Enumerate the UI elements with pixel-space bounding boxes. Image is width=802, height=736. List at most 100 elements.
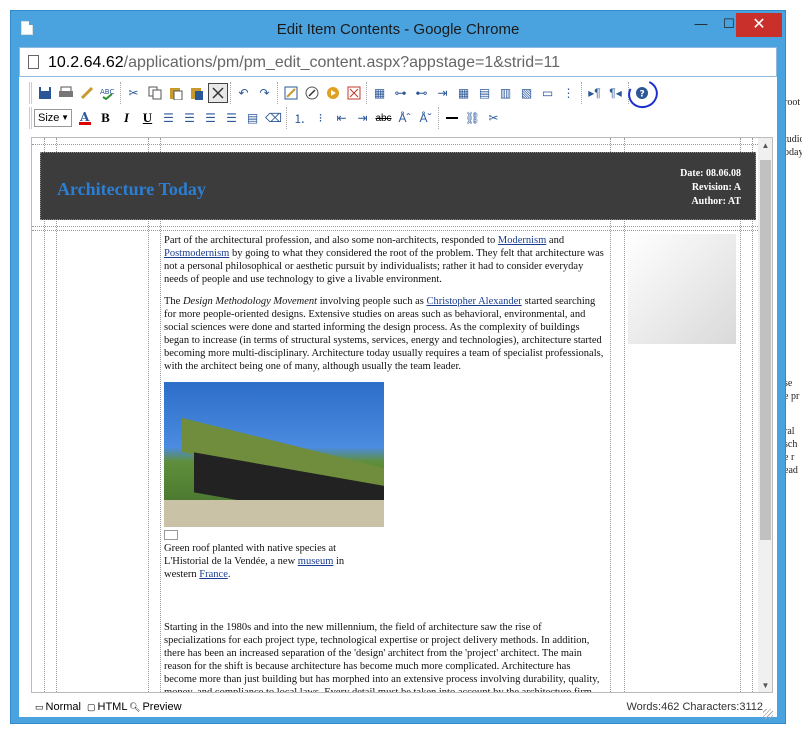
link-icon[interactable]: ⛓ <box>463 108 483 128</box>
toolbar-group-direction: ▸¶ ¶◂ <box>581 82 628 104</box>
align-right-icon[interactable]: ☰ <box>201 108 221 128</box>
hyperlink-icon[interactable] <box>302 83 322 103</box>
align-left-icon[interactable]: ☰ <box>159 108 179 128</box>
cut-icon[interactable]: ✂ <box>124 83 144 103</box>
format-brush-icon[interactable] <box>77 83 97 103</box>
undo-icon[interactable]: ↶ <box>234 83 254 103</box>
text: started searching for more people-orient… <box>164 296 604 372</box>
paste-icon[interactable] <box>166 83 186 103</box>
delete-column-icon[interactable]: ⋮ <box>559 83 579 103</box>
photo-ground <box>164 500 384 527</box>
address-bar[interactable]: 10.2.64.62/applications/pm/pm_edit_conte… <box>19 47 777 77</box>
underline-icon[interactable]: U <box>138 108 158 128</box>
postmodernism-link[interactable]: Postmodernism <box>164 248 229 259</box>
strikethrough-icon[interactable]: abc <box>374 108 394 128</box>
eraser-icon[interactable]: ⌫ <box>264 108 284 128</box>
url-text[interactable]: 10.2.64.62/applications/pm/pm_edit_conte… <box>48 54 560 72</box>
indent-icon[interactable]: ⇥ <box>353 108 373 128</box>
toolbar-group-insert <box>277 75 662 113</box>
paragraph-2: The Design Methodology Movement involvin… <box>164 295 604 373</box>
background-text: ead <box>784 465 798 476</box>
title-bar[interactable]: Edit Item Contents - Google Chrome — ☐ ✕ <box>11 11 785 47</box>
table-cells-icon[interactable]: ▤ <box>475 83 495 103</box>
christopher-alexander-link[interactable]: Christopher Alexander <box>426 296 521 307</box>
text: and <box>546 235 565 246</box>
table-grid-icon[interactable]: ▦ <box>454 83 474 103</box>
italic-icon[interactable]: I <box>117 108 137 128</box>
align-center-icon[interactable]: ☰ <box>180 108 200 128</box>
ltr-icon[interactable]: ▸¶ <box>585 83 605 103</box>
background-text: oday <box>784 147 802 158</box>
svg-text:A: A <box>79 110 90 124</box>
url-host: 10.2.64.62 <box>48 54 124 71</box>
scrollbar[interactable]: ▲ ▼ <box>758 138 772 692</box>
mode-html-tab[interactable]: ▢ HTML <box>87 701 127 713</box>
modernism-link[interactable]: Modernism <box>498 235 546 246</box>
mode-preview-tab[interactable]: 🔍︎ Preview <box>129 701 182 713</box>
background-text: sch <box>784 439 798 450</box>
print-icon[interactable] <box>56 83 76 103</box>
edit-link-icon[interactable] <box>281 83 301 103</box>
bold-icon[interactable]: B <box>96 108 116 128</box>
france-link[interactable]: France <box>199 569 228 580</box>
text: by going to what they considered the roo… <box>164 248 604 285</box>
table-border <box>148 138 149 692</box>
emphasis: Design Methodology Movement <box>182 296 318 307</box>
editor-area[interactable]: Architecture Today Date: 08.06.08 Revisi… <box>31 137 773 693</box>
insert-table-icon[interactable]: ▦ <box>370 83 390 103</box>
text: involving people such as <box>317 296 427 307</box>
media-icon[interactable] <box>323 83 343 103</box>
mode-normal-tab[interactable]: ▭ Normal <box>35 701 81 713</box>
table-format-icon[interactable]: ▤ <box>243 108 263 128</box>
toolbar-row-1: ABC ✂ ↶ ↷ ▦ ⊶ ⊷ ⇥ ▦ ▤ ▥ ▧ ▭ ⋮ ▸¶ ¶◂ ? <box>29 75 662 113</box>
merge-cells-icon[interactable]: ▥ <box>496 83 516 103</box>
minimize-button[interactable]: — <box>687 13 715 37</box>
rtl-icon[interactable]: ¶◂ <box>606 83 626 103</box>
document-canvas[interactable]: Architecture Today Date: 08.06.08 Revisi… <box>32 138 758 692</box>
align-justify-icon[interactable]: ☰ <box>222 108 242 128</box>
document-icon <box>28 55 39 69</box>
outdent-icon[interactable]: ⇤ <box>332 108 352 128</box>
close-button[interactable]: ✕ <box>736 13 782 37</box>
museum-link[interactable]: museum <box>298 556 334 567</box>
table-border <box>624 138 625 692</box>
save-icon[interactable] <box>35 83 55 103</box>
toolbar-group-clipboard: ✂ <box>120 82 230 104</box>
numbered-list-icon[interactable]: ⒈ <box>290 108 310 128</box>
insert-column-icon[interactable]: ⇥ <box>433 83 453 103</box>
subscript-icon[interactable]: Åˇ <box>416 108 436 128</box>
remove-format-icon[interactable] <box>207 83 228 103</box>
background-text: tudio <box>784 134 802 145</box>
text: Part of the architectural profession, an… <box>164 235 498 246</box>
toolbar-group-file: ABC <box>29 82 120 104</box>
toolbar-group-lists: ⒈ ⁝ ⇤ ⇥ abc Åˆ Åˇ <box>286 107 438 129</box>
paste-word-icon[interactable] <box>187 83 207 103</box>
scroll-up-icon[interactable]: ▲ <box>758 138 772 154</box>
split-cells-icon[interactable]: ▧ <box>517 83 537 103</box>
spellcheck-icon[interactable]: ABC <box>98 83 118 103</box>
side-gradient-image[interactable] <box>628 234 736 344</box>
copy-icon[interactable] <box>145 83 165 103</box>
text: The <box>164 296 183 307</box>
table-border <box>32 226 758 227</box>
meta-author: Author: AT <box>691 196 741 207</box>
scroll-down-icon[interactable]: ▼ <box>758 678 772 692</box>
magnifier-icon: 🔍︎ <box>129 701 141 712</box>
insert-image-icon[interactable] <box>344 83 364 103</box>
green-roof-photo[interactable] <box>164 382 384 527</box>
redo-icon[interactable]: ↷ <box>255 83 275 103</box>
horizontal-rule-icon[interactable] <box>442 108 462 128</box>
table-border <box>752 138 753 692</box>
resize-grip-icon[interactable] <box>763 709 773 719</box>
delete-row-icon[interactable]: ▭ <box>538 83 558 103</box>
bulleted-list-icon[interactable]: ⁝ <box>311 108 331 128</box>
scroll-thumb[interactable] <box>760 160 771 540</box>
photo-caption: Green roof planted with native species a… <box>164 542 364 581</box>
superscript-icon[interactable]: Åˆ <box>395 108 415 128</box>
document-header: Architecture Today Date: 08.06.08 Revisi… <box>40 152 756 220</box>
font-color-icon[interactable]: A <box>75 108 95 128</box>
insert-row-above-icon[interactable]: ⊶ <box>391 83 411 103</box>
font-size-select[interactable]: Size ▼ <box>34 109 72 127</box>
insert-row-below-icon[interactable]: ⊷ <box>412 83 432 103</box>
unlink-icon[interactable]: ✂ <box>484 108 504 128</box>
